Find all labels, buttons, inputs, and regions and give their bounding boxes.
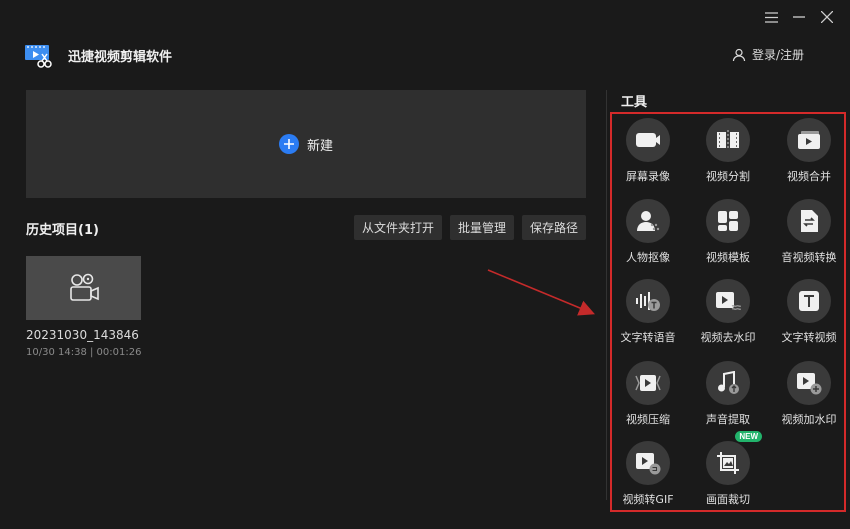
tool-label: 视频合并 [787, 170, 831, 183]
save-path-button[interactable]: 保存路径 [521, 215, 586, 240]
tool-label: 视频压缩 [626, 413, 670, 426]
video-split-icon [706, 118, 750, 162]
open-folder-button[interactable]: 从文件夹打开 [353, 215, 442, 240]
screen-record-icon [626, 118, 670, 162]
new-badge: NEW [735, 431, 762, 442]
tool-label: 人物抠像 [626, 251, 670, 264]
tool-label: 屏幕录像 [626, 170, 670, 183]
text-to-speech-icon [626, 279, 670, 323]
new-project-card[interactable]: 新建 [26, 90, 586, 198]
close-icon[interactable] [820, 10, 834, 24]
tool-remove-watermark[interactable]: 视频去水印 [688, 279, 768, 345]
user-icon [732, 48, 746, 61]
person-cutout-icon [626, 199, 670, 243]
history-title: 历史项目(1) [26, 223, 99, 238]
remove-watermark-icon [706, 279, 750, 323]
crop-icon: NEW [706, 431, 762, 485]
add-watermark-icon [787, 361, 831, 405]
audio-extract-icon [706, 361, 750, 405]
tool-label: 视频去水印 [700, 331, 756, 344]
tools-title: 工具 [621, 95, 648, 110]
video-to-gif-icon [626, 441, 670, 485]
tool-person-cutout[interactable]: 人物抠像 [608, 199, 688, 265]
project-thumbnail[interactable] [26, 256, 141, 320]
tool-add-watermark[interactable]: 视频加水印 [769, 361, 849, 427]
video-compress-icon [626, 361, 670, 405]
app-title: 迅捷视频剪辑软件 [68, 50, 173, 65]
tool-text-to-speech[interactable]: 文字转语音 [608, 279, 688, 345]
tool-video-compress[interactable]: 视频压缩 [608, 361, 688, 427]
history-actions: 从文件夹打开 批量管理 保存路径 [353, 215, 586, 240]
minimize-icon[interactable] [792, 10, 806, 24]
tool-label: 画面裁切 [706, 493, 750, 506]
menu-icon[interactable] [764, 10, 778, 24]
login-button[interactable]: 登录/注册 [732, 46, 804, 63]
tool-label: 视频模板 [706, 251, 750, 264]
text-to-video-icon [787, 279, 831, 323]
panel-divider [606, 90, 607, 500]
tool-video-template[interactable]: 视频模板 [688, 199, 768, 265]
plus-icon [278, 134, 299, 154]
tool-label: 音视频转换 [781, 251, 837, 264]
app-logo [24, 43, 52, 69]
tool-video-to-gif[interactable]: 视频转GIF [608, 441, 688, 507]
video-merge-icon [787, 118, 831, 162]
tool-label: 视频分割 [706, 170, 750, 183]
video-template-icon [706, 199, 750, 243]
video-camera-icon [69, 273, 99, 301]
tool-video-split[interactable]: 视频分割 [688, 118, 768, 184]
tool-audio-extract[interactable]: 声音提取 [688, 361, 768, 427]
tool-av-convert[interactable]: 音视频转换 [769, 199, 849, 265]
tool-label: 视频加水印 [781, 413, 837, 426]
new-project-label: 新建 [306, 138, 333, 154]
tool-label: 文字转视频 [781, 331, 837, 344]
batch-manage-button[interactable]: 批量管理 [449, 215, 514, 240]
project-name[interactable]: 20231030_143846 [26, 328, 139, 342]
tool-screen-record[interactable]: 屏幕录像 [608, 118, 688, 184]
av-convert-icon [787, 199, 831, 243]
tool-label: 视频转GIF [622, 493, 674, 506]
tool-video-merge[interactable]: 视频合并 [769, 118, 849, 184]
tool-text-to-video[interactable]: 文字转视频 [769, 279, 849, 345]
login-label: 登录/注册 [751, 48, 804, 62]
tool-label: 声音提取 [706, 413, 750, 426]
tool-crop[interactable]: NEW 画面裁切 [688, 431, 768, 507]
window-controls [764, 10, 834, 24]
tool-label: 文字转语音 [620, 331, 676, 344]
project-meta: 10/30 14:38 | 00:01:26 [26, 347, 142, 358]
